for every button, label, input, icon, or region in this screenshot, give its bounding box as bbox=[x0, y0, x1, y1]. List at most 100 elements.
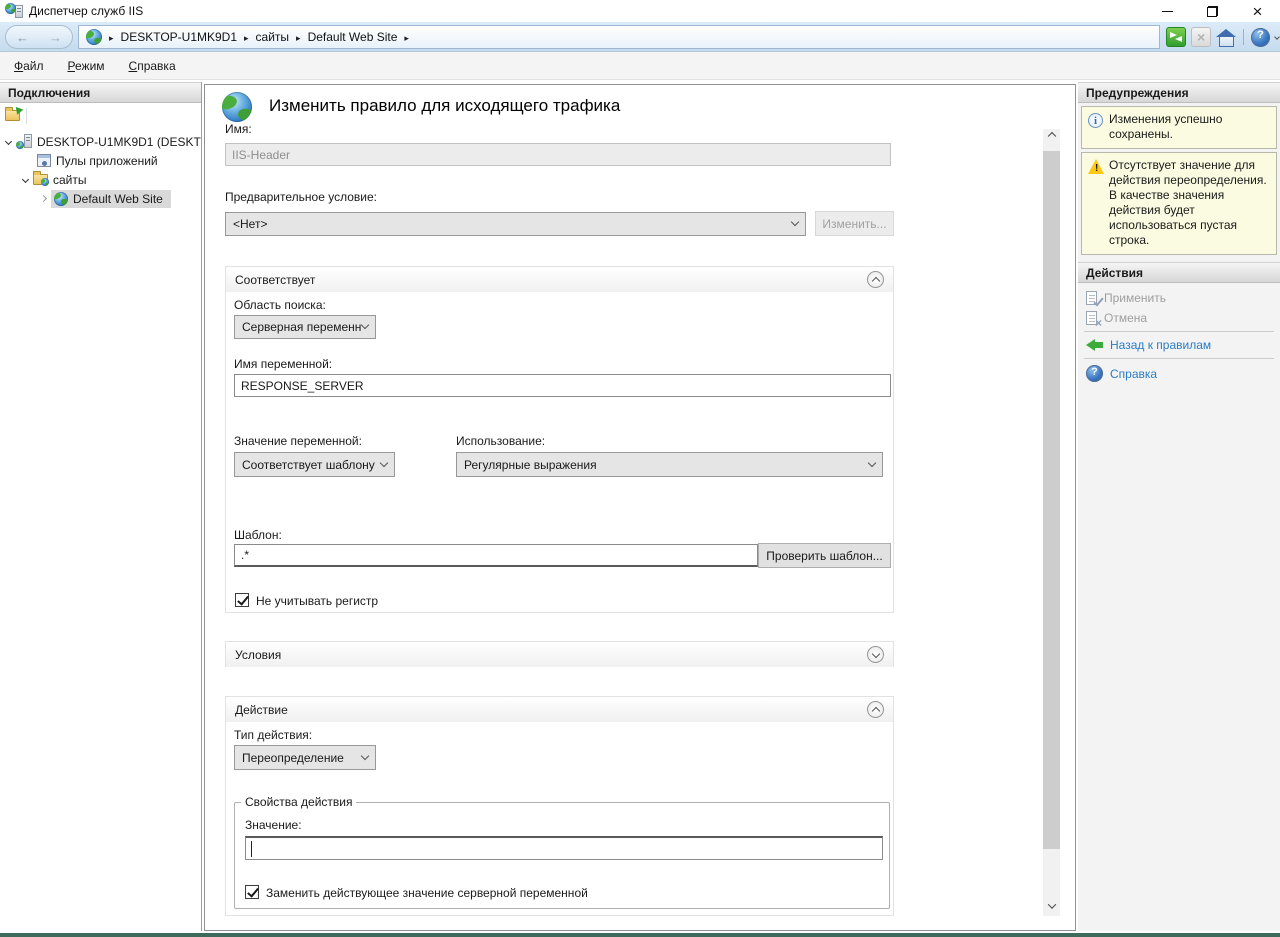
value-input[interactable] bbox=[245, 836, 883, 860]
globe-glyph bbox=[5, 3, 16, 14]
restore-button[interactable] bbox=[1190, 0, 1235, 22]
apply-label: Применить bbox=[1104, 291, 1166, 305]
alert-info: Изменения успешно сохранены. bbox=[1081, 106, 1277, 149]
scope-select[interactable]: Серверная переменн bbox=[234, 315, 376, 339]
chevron-down-icon bbox=[380, 458, 388, 466]
ignore-case-label[interactable]: Не учитывать регистр bbox=[256, 594, 378, 608]
chevron-down-icon bbox=[791, 218, 799, 226]
sites-folder-icon bbox=[33, 174, 48, 185]
tree-item-app-pools[interactable]: Пулы приложений bbox=[0, 151, 201, 170]
test-pattern-button[interactable]: Проверить шаблон... bbox=[758, 543, 891, 568]
warning-icon bbox=[1088, 159, 1105, 174]
usage-select[interactable]: Регулярные выражения bbox=[456, 452, 883, 477]
conditions-section-title: Условия bbox=[235, 648, 281, 662]
action-properties-group: Свойства действия Значение: Заменить дей… bbox=[234, 795, 890, 909]
breadcrumb-server[interactable]: DESKTOP-U1MK9D1 bbox=[121, 30, 237, 44]
menu-help[interactable]: Справка bbox=[129, 59, 176, 73]
close-icon bbox=[1253, 3, 1263, 20]
breadcrumb-separator-icon[interactable] bbox=[404, 30, 409, 44]
menu-bar: Файл Режим Справка bbox=[0, 52, 1280, 80]
back-to-rules-label[interactable]: Назад к правилам bbox=[1110, 338, 1211, 352]
server-icon bbox=[16, 134, 32, 149]
edit-precondition-button: Изменить... bbox=[815, 211, 894, 236]
minimize-icon bbox=[1162, 11, 1173, 12]
actions-header: Действия bbox=[1078, 262, 1280, 283]
match-section-header[interactable]: Соответствует bbox=[226, 267, 893, 292]
feature-view: Изменить правило для исходящего трафика … bbox=[204, 84, 1076, 931]
usage-label: Использование: bbox=[456, 434, 545, 448]
action-type-select[interactable]: Переопределение bbox=[234, 745, 376, 770]
application-pools-icon bbox=[37, 154, 51, 167]
back-button[interactable] bbox=[16, 30, 29, 45]
scope-value: Серверная переменн bbox=[242, 320, 361, 334]
replace-value-checkbox[interactable] bbox=[245, 885, 259, 899]
apply-button: Применить bbox=[1078, 288, 1280, 308]
cancel-button: Отмена bbox=[1078, 308, 1280, 328]
action-section-title: Действие bbox=[235, 703, 288, 717]
action-type-label: Тип действия: bbox=[234, 728, 312, 742]
breadcrumb[interactable]: DESKTOP-U1MK9D1 сайты Default Web Site bbox=[78, 25, 1160, 49]
tree-item-server[interactable]: DESKTOP-U1MK9D1 (DESKTOP bbox=[0, 132, 201, 151]
alert-warning: Отсутствует значение для действия переоп… bbox=[1081, 152, 1277, 255]
help-dropdown-icon[interactable] bbox=[1274, 34, 1280, 40]
expander-open-icon[interactable] bbox=[22, 176, 29, 183]
vertical-scrollbar[interactable] bbox=[1043, 129, 1060, 916]
tree-item-label: Пулы приложений bbox=[56, 154, 158, 168]
site-globe-icon bbox=[86, 29, 102, 45]
expand-section-button[interactable] bbox=[867, 646, 884, 663]
expander-open-icon[interactable] bbox=[5, 138, 12, 145]
tree-item-default-web-site[interactable]: Default Web Site bbox=[0, 189, 201, 208]
variable-name-label: Имя переменной: bbox=[234, 357, 332, 371]
forward-button[interactable] bbox=[49, 30, 62, 45]
help-link[interactable]: Справка bbox=[1078, 362, 1280, 385]
cancel-label: Отмена bbox=[1104, 311, 1147, 325]
breadcrumb-separator-icon[interactable] bbox=[244, 30, 249, 44]
replace-value-label[interactable]: Заменить действующее значение серверной … bbox=[266, 886, 588, 900]
close-button[interactable] bbox=[1235, 0, 1280, 22]
tree-item-label: DESKTOP-U1MK9D1 (DESKTOP bbox=[37, 135, 201, 149]
refresh-icon[interactable] bbox=[1166, 27, 1186, 47]
chevron-up-icon bbox=[871, 707, 879, 715]
create-connection-icon[interactable] bbox=[5, 110, 20, 121]
back-to-rules-link[interactable]: Назад к правилам bbox=[1078, 335, 1280, 355]
minimize-button[interactable] bbox=[1145, 0, 1190, 22]
collapse-section-button[interactable] bbox=[867, 271, 884, 288]
selected-tree-item[interactable]: Default Web Site bbox=[51, 190, 171, 208]
window-border bbox=[0, 933, 1280, 937]
precondition-select[interactable]: <Нет> bbox=[225, 212, 806, 236]
stop-icon bbox=[1191, 27, 1211, 47]
ignore-case-checkbox[interactable] bbox=[235, 593, 249, 607]
tree-item-label: Default Web Site bbox=[73, 192, 163, 206]
variable-name-input[interactable]: RESPONSE_SERVER bbox=[234, 374, 891, 397]
breadcrumb-separator-icon[interactable] bbox=[296, 30, 301, 44]
action-section-header[interactable]: Действие bbox=[226, 697, 893, 722]
alert-text: Отсутствует значение для действия переоп… bbox=[1109, 158, 1267, 247]
help-label[interactable]: Справка bbox=[1110, 367, 1157, 381]
menu-file[interactable]: Файл bbox=[14, 59, 44, 73]
pattern-input[interactable]: .* bbox=[234, 544, 758, 567]
chevron-up-icon bbox=[1047, 132, 1055, 140]
match-section-title: Соответствует bbox=[235, 273, 315, 287]
breadcrumb-sites[interactable]: сайты bbox=[256, 30, 290, 44]
conditions-section-header[interactable]: Условия bbox=[226, 642, 893, 667]
variable-value-label: Значение переменной: bbox=[234, 434, 362, 448]
breadcrumb-default-web-site[interactable]: Default Web Site bbox=[308, 30, 398, 44]
variable-value-select[interactable]: Соответствует шаблону bbox=[234, 452, 395, 477]
address-bar: DESKTOP-U1MK9D1 сайты Default Web Site bbox=[0, 22, 1280, 52]
menu-view[interactable]: Режим bbox=[68, 59, 105, 73]
help-icon[interactable] bbox=[1251, 28, 1270, 47]
tree-item-sites[interactable]: сайты bbox=[0, 170, 201, 189]
scrollbar-thumb[interactable] bbox=[1043, 151, 1060, 849]
actions-pane: Предупреждения Изменения успешно сохране… bbox=[1078, 82, 1280, 931]
home-icon[interactable] bbox=[1216, 27, 1236, 47]
chevron-down-icon bbox=[361, 751, 369, 759]
restore-icon bbox=[1207, 6, 1218, 17]
scroll-down-button[interactable] bbox=[1043, 896, 1060, 916]
expander-closed-icon[interactable] bbox=[40, 195, 47, 202]
scope-label: Область поиска: bbox=[234, 298, 326, 312]
collapse-section-button[interactable] bbox=[867, 701, 884, 718]
toolbar-divider bbox=[1243, 29, 1244, 45]
apply-icon bbox=[1086, 291, 1097, 305]
scroll-up-button[interactable] bbox=[1043, 129, 1060, 149]
help-icon bbox=[1086, 365, 1103, 382]
